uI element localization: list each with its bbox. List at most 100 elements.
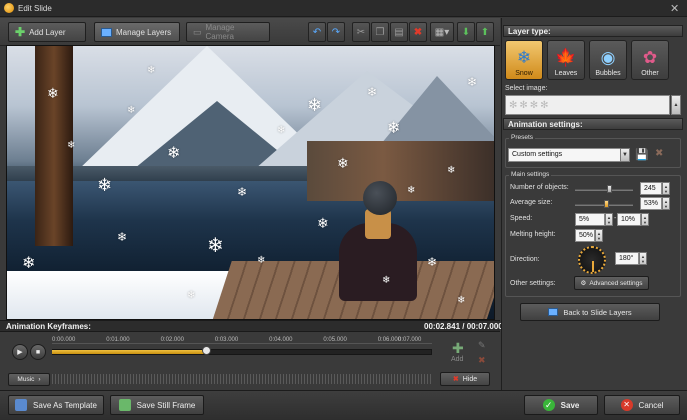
speed-min-field[interactable]: 5%	[575, 213, 605, 226]
undo-icon[interactable]: ↶	[308, 22, 326, 42]
layers-icon	[101, 27, 112, 37]
layer-type-label: Snow	[515, 70, 533, 77]
back-to-slide-layers-button[interactable]: Back to Slide Layers	[520, 303, 660, 321]
avg-size-field[interactable]: 53%	[640, 197, 662, 210]
add-keyframe-icon[interactable]: ✚	[452, 340, 464, 357]
save-still-frame-button[interactable]: Save Still Frame	[110, 395, 204, 415]
manage-layers-button[interactable]: Manage Layers	[94, 22, 180, 42]
delete-preset-icon[interactable]: ✖	[655, 148, 663, 159]
music-button[interactable]: Music ›	[8, 373, 50, 386]
speed-dash: -	[614, 215, 617, 222]
title-bar	[0, 0, 687, 17]
snowflake-icon: ❄	[516, 48, 532, 67]
layer-type-label: Other	[641, 70, 659, 77]
hide-button[interactable]: ✖ Hide	[440, 372, 490, 386]
melting-spinner[interactable]: ▲ ▼	[595, 229, 603, 242]
chevron-down-icon[interactable]: ▼	[620, 148, 630, 162]
other-settings-label: Other settings:	[510, 280, 556, 287]
paste-icon[interactable]: ▤	[390, 22, 408, 42]
avg-size-slider-knob[interactable]	[603, 200, 609, 208]
snowflake-icon: ❄	[127, 105, 136, 116]
shapes-icon: ✿	[642, 48, 658, 67]
snowflake-icon: ❄	[407, 185, 416, 196]
app-icon	[4, 3, 14, 13]
copy-icon[interactable]: ❐	[371, 22, 389, 42]
layer-type-leaves[interactable]: 🍁 Leaves	[547, 40, 585, 80]
save-button[interactable]: ✓ Save	[524, 395, 598, 415]
presets-label: Presets	[509, 134, 536, 141]
direction-dial[interactable]	[578, 246, 606, 274]
add-layer-button[interactable]: ✚ Add Layer	[8, 22, 86, 42]
snowflake-icon: ❄	[307, 95, 323, 115]
objects-spinner[interactable]: ▲ ▼	[662, 182, 670, 195]
timeline-tick-label: 0:01.000	[106, 337, 130, 343]
checkmark-icon: ✓	[542, 399, 555, 411]
align-dropdown-icon[interactable]: ▦▾	[430, 22, 454, 42]
play-button[interactable]: ▶	[12, 344, 28, 360]
keyframes-title: Animation Keyframes:	[6, 322, 91, 331]
layer-type-other[interactable]: ✿ Other	[631, 40, 669, 80]
edit-keyframe-icon[interactable]: ✎	[478, 340, 486, 351]
remove-keyframe-icon[interactable]: ✖	[478, 355, 486, 366]
cut-icon[interactable]: ✂	[352, 22, 370, 42]
save-preset-icon[interactable]: 💾	[635, 148, 649, 161]
move-down-icon[interactable]: ⬇	[457, 22, 475, 42]
select-image-label: Select image:	[505, 85, 548, 92]
snowflake-icon: ✻	[529, 99, 539, 111]
speed-max-spinner[interactable]: ▲ ▼	[641, 213, 649, 226]
slide-preview[interactable]: ❄ ❄ ❄ ❄ ❄ ❄ ❄ ❄ ❄ ❄ ❄ ❄ ❄ ❄ ❄ ❄ ❄ ❄ ❄ ❄ ❄ ❄ ❄ ❄	[6, 45, 495, 320]
timeline-ruler: 0:00.000 0:01.000 0:02.000 0:03.000 0:04.000…	[52, 332, 432, 344]
close-icon[interactable]: ✕	[670, 2, 679, 15]
timeline-tick-label: 0:04.000	[269, 337, 293, 343]
image-picker[interactable]: ✻ ✻ ✻ ✻	[505, 95, 670, 115]
timeline-tick-label: 0:00.000	[52, 337, 76, 343]
timeline-tick-label: 0:03.000	[214, 337, 239, 343]
cancel-button[interactable]: ✕ Cancel	[604, 395, 680, 415]
objects-slider-knob[interactable]	[607, 185, 613, 193]
timeline-tick-label: 0:07.000	[398, 337, 422, 343]
layer-type-snow[interactable]: ❄ Snow	[505, 40, 543, 80]
snowflake-icon: ❄	[97, 175, 113, 195]
objects-label: Number of objects:	[510, 184, 569, 191]
objects-field[interactable]: 245	[640, 182, 662, 195]
avg-size-label: Average size:	[510, 199, 553, 206]
stop-button[interactable]: ■	[30, 344, 46, 360]
music-waveform	[52, 374, 432, 384]
snowflake-icon: ❄	[207, 235, 224, 257]
manage-camera-button[interactable]: ▭ Manage Camera	[186, 22, 270, 42]
snowflake-icon: ✻	[519, 99, 528, 111]
toolbar: ✚ Add Layer Manage Layers ▭ Manage Camer…	[0, 18, 500, 46]
redo-icon[interactable]: ↷	[327, 22, 345, 42]
snowflake-icon: ❄	[317, 215, 329, 231]
preset-select[interactable]: Custom settings	[508, 148, 626, 162]
snowflake-icon: ❄	[237, 185, 248, 199]
speed-min-spinner[interactable]: ▲ ▼	[605, 213, 613, 226]
direction-spinner[interactable]: ▲ ▼	[639, 252, 647, 265]
snowflake-icon: ❄	[187, 290, 196, 301]
bubble-icon: ◉	[600, 48, 616, 67]
advanced-settings-button[interactable]: ⚙ Advanced settings	[574, 276, 649, 290]
camera-icon: ▭	[193, 26, 202, 37]
layer-type-label: Leaves	[554, 70, 578, 77]
speed-max-field[interactable]: 10%	[617, 213, 641, 226]
objects-slider[interactable]	[575, 189, 633, 191]
snowflake-icon: ❄	[367, 85, 378, 99]
hide-icon: ✖	[452, 376, 459, 383]
move-up-icon[interactable]: ⬆	[476, 22, 494, 42]
delete-icon[interactable]: ✖	[409, 22, 427, 42]
image-picker-scroll[interactable]: ▲	[671, 95, 681, 115]
play-icon: ▶	[17, 349, 23, 356]
snowflake-icon: ❄	[387, 120, 401, 137]
layer-type-bubbles[interactable]: ◉ Bubbles	[589, 40, 627, 80]
snowflake-icon: ❄	[427, 255, 438, 269]
melting-field[interactable]: 50%	[575, 229, 595, 242]
main-settings-label: Main settings	[509, 171, 552, 178]
add-keyframe-label: Add	[451, 356, 464, 363]
cancel-icon: ✕	[620, 399, 633, 411]
avg-size-spinner[interactable]: ▲ ▼	[662, 197, 670, 210]
direction-field[interactable]: 180°	[615, 252, 639, 265]
snowflake-icon: ❄	[457, 295, 466, 306]
leaf-icon: 🍁	[555, 48, 577, 67]
timeline-progress	[52, 350, 207, 354]
save-as-template-button[interactable]: Save As Template	[8, 395, 104, 415]
